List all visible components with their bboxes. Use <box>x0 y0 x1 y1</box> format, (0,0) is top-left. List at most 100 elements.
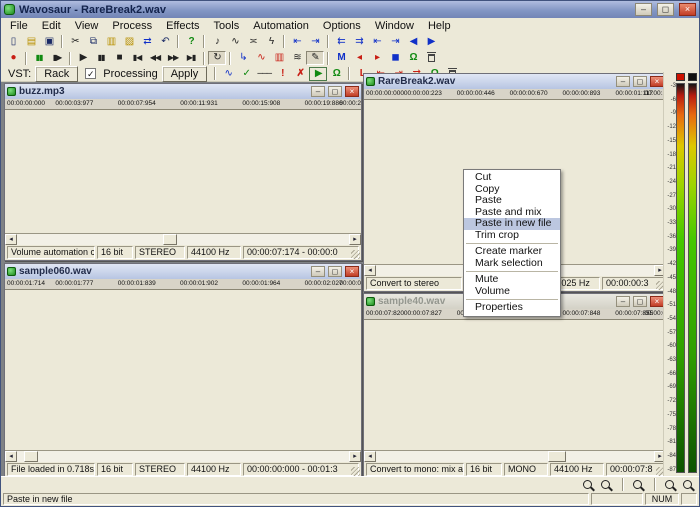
automation-lock-button[interactable]: Ω <box>327 67 345 81</box>
snap-selection-left-button[interactable]: ⇤ <box>288 35 306 49</box>
window-restore-button[interactable]: ◻ <box>328 266 342 277</box>
stop-button[interactable]: ■ <box>110 51 128 65</box>
audio-setup-button[interactable]: ϟ <box>262 35 280 49</box>
timeline-ruler[interactable]: 00:00:01:71400:00:01:77700:00:01:83900:0… <box>5 279 361 290</box>
menu-help[interactable]: Help <box>421 20 458 32</box>
clip-indicator-right[interactable] <box>688 73 697 81</box>
menu-window[interactable]: Window <box>368 20 421 32</box>
previous-marker-button[interactable]: ◀ <box>404 35 422 49</box>
automation-warn-button[interactable]: ! <box>273 67 291 81</box>
app-title-bar[interactable]: Wavosaur - RareBreak2.wav – ◻ × <box>1 1 699 18</box>
playback-config-button[interactable]: ∿ <box>226 35 244 49</box>
window-sample40[interactable]: sample40.wav – ◻ × 00:00:07:82000:00:07:… <box>363 293 667 478</box>
timeline-ruler[interactable]: 00:00:00:00000:00:03:97700:00:07:95400:0… <box>5 99 361 110</box>
help-button[interactable]: ? <box>182 35 200 49</box>
loop-toggle-button[interactable]: ↻ <box>208 51 226 65</box>
fast-forward-button[interactable]: ▶▶ <box>164 51 182 65</box>
window-minimize-button[interactable]: – <box>311 86 325 97</box>
window-close-button[interactable]: × <box>650 296 664 307</box>
trash-button[interactable] <box>422 51 440 65</box>
menu-automation[interactable]: Automation <box>246 20 316 32</box>
pause-button[interactable]: ▮▮ <box>92 51 110 65</box>
clip-indicator-left[interactable] <box>676 73 685 81</box>
resize-grip[interactable] <box>351 467 360 476</box>
nudge-left-button[interactable]: ◂ <box>350 51 368 65</box>
nudge-right-button[interactable]: ▸ <box>368 51 386 65</box>
zoom-out-horizontal-icon[interactable] <box>601 480 610 489</box>
loop-selection-button[interactable]: ⇄ <box>138 35 156 49</box>
automation-dash-button[interactable]: ––– <box>255 67 273 81</box>
kick-generator-button[interactable]: ≋ <box>288 51 306 65</box>
context-menu-item[interactable]: Trim crop <box>464 230 560 242</box>
play-pause-button[interactable]: ▮▶ <box>48 51 66 65</box>
window-restore-button[interactable]: ◻ <box>633 76 647 87</box>
rewind-button[interactable]: ◀◀ <box>146 51 164 65</box>
context-menu-item[interactable]: Paste <box>464 195 560 207</box>
restore-button[interactable]: ◻ <box>657 3 674 16</box>
zoom-selection-icon[interactable] <box>633 480 642 489</box>
scrollbar-thumb[interactable] <box>24 451 38 462</box>
processing-checkbox[interactable]: ✓ <box>85 68 96 79</box>
window-close-button[interactable]: × <box>650 76 664 87</box>
close-button[interactable]: × <box>679 3 696 16</box>
zoom-in-horizontal-icon[interactable] <box>583 480 592 489</box>
menu-edit[interactable]: Edit <box>35 20 68 32</box>
audio-properties-button[interactable]: ♪ <box>208 35 226 49</box>
undo-button[interactable]: ↶ <box>156 35 174 49</box>
insert-wave-button[interactable]: ↳ <box>234 51 252 65</box>
minimize-button[interactable]: – <box>635 3 652 16</box>
go-to-end-button[interactable]: ▶▮ <box>182 51 200 65</box>
scrollbar-track[interactable] <box>17 234 349 245</box>
horizontal-scrollbar[interactable]: ◂ ▸ <box>5 233 361 245</box>
scroll-right-arrow[interactable]: ▸ <box>349 451 361 462</box>
timeline-ruler[interactable]: 00:00:00:00000:00:00:22300:00:00:44600:0… <box>364 89 666 100</box>
scrollbar-track[interactable] <box>17 451 349 462</box>
go-to-start-button[interactable]: ▮◀ <box>128 51 146 65</box>
window-sample060[interactable]: sample060.wav – ◻ × 00:00:01:71400:00:01… <box>4 263 362 478</box>
window-minimize-button[interactable]: – <box>616 76 630 87</box>
context-menu-item[interactable]: Create marker <box>464 246 560 258</box>
automation-delete-button[interactable]: ✗ <box>291 67 309 81</box>
window-close-button[interactable]: × <box>345 266 359 277</box>
paste-button[interactable]: ▥ <box>102 35 120 49</box>
window-minimize-button[interactable]: – <box>311 266 325 277</box>
window-buzz[interactable]: buzz.mp3 – ◻ × 00:00:00:00000:00:03:9770… <box>4 83 362 261</box>
window-minimize-button[interactable]: – <box>616 296 630 307</box>
play-alternate-button[interactable]: ▮▮ <box>30 51 48 65</box>
delete-document-button[interactable]: ▥ <box>270 51 288 65</box>
zoom-in-vertical-icon[interactable] <box>665 480 674 489</box>
scrollbar-thumb[interactable] <box>163 234 177 245</box>
next-marker-button[interactable]: ▶ <box>422 35 440 49</box>
context-menu-item[interactable]: Paste in new file <box>464 218 560 230</box>
window-close-button[interactable]: × <box>345 86 359 97</box>
snap-selection-right-button[interactable]: ⇥ <box>306 35 324 49</box>
selection-out-button[interactable]: ⇥ <box>386 35 404 49</box>
marker-tool-button[interactable]: M <box>332 51 350 65</box>
extend-selection-left-button[interactable]: ⇇ <box>332 35 350 49</box>
window-title-bar[interactable]: sample060.wav – ◻ × <box>5 264 361 279</box>
save-file-button[interactable]: ▣ <box>40 35 58 49</box>
context-menu-item[interactable]: Volume <box>464 286 560 298</box>
scroll-left-arrow[interactable]: ◂ <box>5 234 17 245</box>
context-menu-item[interactable]: Mute <box>464 274 560 286</box>
play-button[interactable]: ▶ <box>74 51 92 65</box>
scroll-left-arrow[interactable]: ◂ <box>364 451 376 462</box>
statistics-button[interactable]: ∿ <box>252 51 270 65</box>
menu-view[interactable]: View <box>68 20 106 32</box>
window-restore-button[interactable]: ◻ <box>633 296 647 307</box>
scrollbar-thumb[interactable] <box>548 451 566 462</box>
context-menu-item[interactable]: Mark selection <box>464 258 560 270</box>
automation-play-button[interactable]: ▶ <box>309 67 327 81</box>
open-file-button[interactable]: ▤ <box>22 35 40 49</box>
scrollbar-track[interactable] <box>376 451 654 462</box>
mute-block-button[interactable]: ◼ <box>386 51 404 65</box>
record-button[interactable]: ● <box>4 51 22 65</box>
paste-special-button[interactable]: ▨ <box>120 35 138 49</box>
menu-file[interactable]: File <box>3 20 35 32</box>
copy-button[interactable]: ⧉ <box>84 35 102 49</box>
automation-validate-button[interactable]: ✓ <box>237 67 255 81</box>
horizontal-scrollbar[interactable]: ◂ ▸ <box>5 450 361 462</box>
lock-button[interactable]: Ω <box>404 51 422 65</box>
menu-effects[interactable]: Effects <box>159 20 206 32</box>
menu-tools[interactable]: Tools <box>207 20 247 32</box>
